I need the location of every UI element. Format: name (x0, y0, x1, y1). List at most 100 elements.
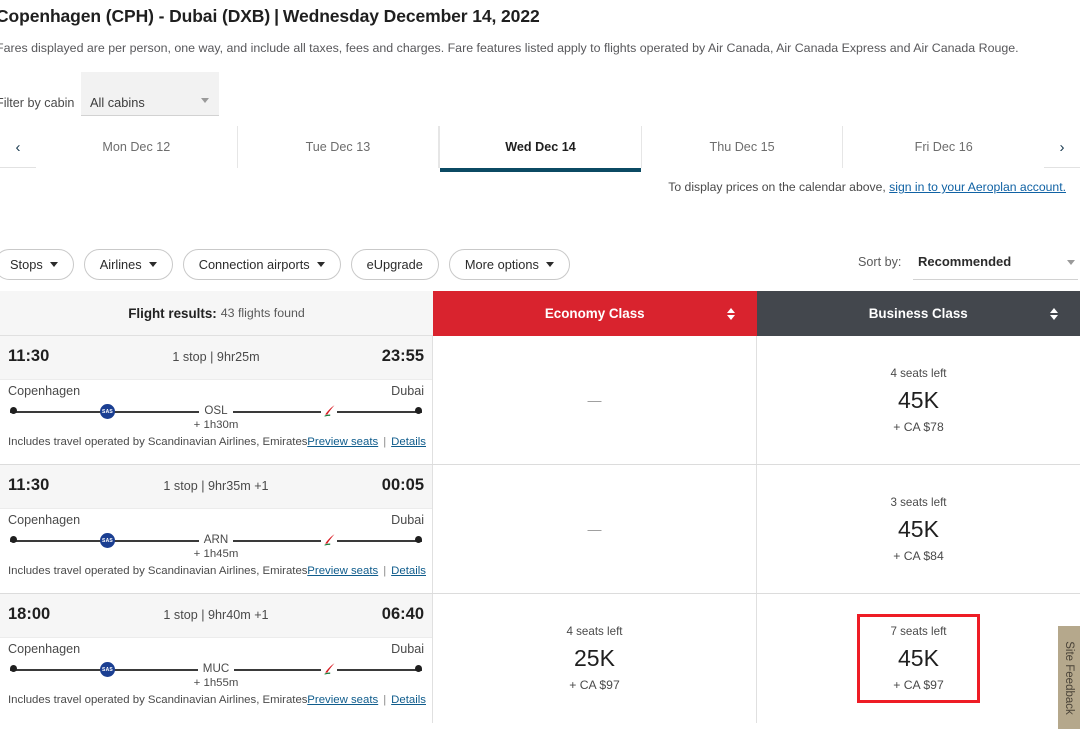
flight-footer: Includes travel operated by Scandinavian… (8, 694, 426, 706)
filter-chip-label: Airlines (99, 257, 142, 272)
date-tab-tue-dec-13[interactable]: Tue Dec 13 (237, 126, 440, 168)
page-title-route: Copenhagen (CPH) - Dubai (DXB) (0, 6, 271, 26)
flight-duration: 1 stop | 9hr25m (172, 350, 260, 364)
cabin-filter-value: All cabins (90, 95, 145, 110)
operated-by-text: Includes travel operated by Scandinavian… (8, 694, 308, 706)
table-row: 11:30 1 stop | 9hr25m 23:55 Copenhagen Dubai… (0, 336, 1080, 465)
flight-results-table: Flight results: 43 flights found Economy … (0, 291, 1080, 723)
flight-time-bar: 18:00 1 stop | 9hr40m +1 06:40 (0, 594, 432, 638)
page-title: Copenhagen (CPH) - Dubai (DXB) | Wednesday… (0, 6, 540, 27)
fare-option-business[interactable]: 7 seats left 45K + CA $97 (857, 614, 980, 703)
fare-unavailable: — (587, 521, 602, 537)
arrival-time: 06:40 (381, 605, 424, 623)
signin-prompt: To display prices on the calendar above,… (668, 180, 1066, 194)
column-header-business[interactable]: Business Class (756, 291, 1080, 336)
preview-seats-link[interactable]: Preview seats (307, 694, 378, 706)
table-row: 18:00 1 stop | 9hr40m +1 06:40 Copenhagen Du… (0, 594, 1080, 723)
column-header-economy-label: Economy Class (544, 306, 645, 321)
column-header-economy[interactable]: Economy Class (433, 291, 757, 336)
details-link[interactable]: Details (391, 565, 426, 577)
arrival-time: 00:05 (381, 476, 424, 494)
fare-points: 45K (898, 645, 939, 671)
fare-cell-business[interactable]: 4 seats left 45K + CA $78 (757, 336, 1080, 464)
origin-city: Copenhagen (8, 513, 81, 527)
filter-chip-bar: Stops Airlines Connection airports eUpgrade… (0, 249, 570, 280)
route-line: ARN SAS + 1h45m (10, 533, 422, 560)
sort-by-select[interactable]: Recommended (913, 250, 1078, 280)
fare-cell-business[interactable]: 3 seats left 45K + CA $84 (757, 465, 1080, 593)
fare-cell-economy: — (433, 336, 757, 464)
prev-dates-button[interactable]: ‹ (2, 126, 34, 168)
sort-toggle-icon[interactable] (1050, 307, 1058, 320)
date-tab-label: Fri Dec 16 (914, 140, 973, 154)
flight-action-links: Preview seats | Details (307, 565, 426, 577)
cabin-filter-label: Filter by cabin (0, 96, 75, 110)
chevron-down-icon (1067, 260, 1075, 265)
sort-by-label: Sort by: (858, 255, 902, 269)
layover-duration: + 1h30m (193, 419, 239, 431)
flight-results-number: 43 flights found (220, 306, 305, 320)
flight-results-count: Flight results: 43 flights found (0, 291, 433, 336)
operated-by-text: Includes travel operated by Scandinavian… (8, 436, 308, 448)
table-row: 11:30 1 stop | 9hr35m +1 00:05 Copenhagen Du… (0, 465, 1080, 594)
date-tab-wed-dec-14[interactable]: Wed Dec 14 (439, 126, 642, 172)
fare-cell-business[interactable]: 7 seats left 45K + CA $97 (757, 594, 1080, 723)
fare-unavailable: — (587, 392, 602, 408)
route-line: OSL SAS + 1h30m (10, 404, 422, 431)
fare-cash-amount: + CA $84 (893, 548, 944, 563)
flight-action-links: Preview seats | Details (307, 436, 426, 448)
filter-chip-label: eUpgrade (366, 257, 423, 272)
fare-cash-amount: + CA $78 (893, 419, 944, 434)
link-separator: | (383, 436, 387, 448)
filter-chip-stops[interactable]: Stops (0, 249, 74, 280)
route-line: MUC SAS + 1h55m (10, 662, 422, 689)
flight-cities: Copenhagen Dubai (8, 384, 424, 400)
filter-chip-label: Stops (10, 257, 43, 272)
emirates-airline-logo-icon (321, 662, 337, 676)
date-tab-label: Tue Dec 13 (305, 140, 371, 154)
flight-time-bar: 11:30 1 stop | 9hr35m +1 00:05 (0, 465, 432, 509)
filter-chip-airlines[interactable]: Airlines (83, 249, 173, 280)
preview-seats-link[interactable]: Preview seats (307, 565, 378, 577)
date-tabs: Mon Dec 12 Tue Dec 13 Wed Dec 14 Thu Dec 15… (36, 126, 1044, 172)
details-link[interactable]: Details (391, 694, 426, 706)
date-tab-label: Wed Dec 14 (505, 140, 576, 154)
flight-duration: 1 stop | 9hr35m +1 (163, 479, 269, 493)
fare-option-business[interactable]: 3 seats left 45K + CA $84 (876, 490, 960, 569)
filter-chip-connection-airports[interactable]: Connection airports (182, 249, 341, 280)
signin-aeroplan-link[interactable]: sign in to your Aeroplan account. (889, 180, 1066, 194)
emirates-airline-logo-icon (321, 533, 337, 547)
next-dates-button[interactable]: › (1046, 126, 1078, 168)
link-separator: | (383, 565, 387, 577)
fare-option-economy[interactable]: 4 seats left 25K + CA $97 (552, 619, 636, 698)
sort-toggle-icon[interactable] (726, 307, 735, 320)
fare-disclaimer: Fares displayed are per person, one way,… (0, 41, 1019, 55)
fare-cell-economy[interactable]: 4 seats left 25K + CA $97 (433, 594, 757, 723)
stop-airport-code: OSL (10, 404, 422, 417)
signin-prompt-text: To display prices on the calendar above, (668, 180, 890, 194)
fare-option-business[interactable]: 4 seats left 45K + CA $78 (876, 361, 960, 440)
stop-airport-code: ARN (10, 533, 422, 546)
destination-city: Dubai (391, 384, 424, 398)
flight-cities: Copenhagen Dubai (8, 642, 424, 658)
flight-results-label: Flight results: (128, 305, 217, 321)
date-tab-fri-dec-16[interactable]: Fri Dec 16 (843, 126, 1044, 168)
stop-airport-code-text: ARN (198, 533, 234, 546)
filter-chip-eupgrade[interactable]: eUpgrade (350, 249, 439, 280)
date-tab-mon-dec-12[interactable]: Mon Dec 12 (36, 126, 238, 168)
filter-chip-more-options[interactable]: More options (448, 249, 570, 280)
details-link[interactable]: Details (391, 436, 426, 448)
date-tab-label: Mon Dec 12 (102, 140, 171, 154)
cabin-filter-select[interactable]: All cabins (81, 72, 219, 116)
origin-city: Copenhagen (8, 384, 81, 398)
seats-left-label: 7 seats left (890, 625, 947, 638)
stop-airport-code-text: OSL (199, 404, 233, 417)
flight-summary-cell: 11:30 1 stop | 9hr35m +1 00:05 Copenhagen Du… (0, 465, 433, 593)
site-feedback-tab[interactable]: Site Feedback (1058, 626, 1080, 729)
page-title-date: Wednesday December 14, 2022 (282, 6, 540, 26)
flight-cities: Copenhagen Dubai (8, 513, 424, 529)
date-tab-bar: ‹ Mon Dec 12 Tue Dec 13 Wed Dec 14 Thu Dec … (0, 126, 1080, 172)
date-tab-thu-dec-15[interactable]: Thu Dec 15 (641, 126, 844, 168)
preview-seats-link[interactable]: Preview seats (307, 436, 378, 448)
seats-left-label: 3 seats left (890, 495, 947, 509)
